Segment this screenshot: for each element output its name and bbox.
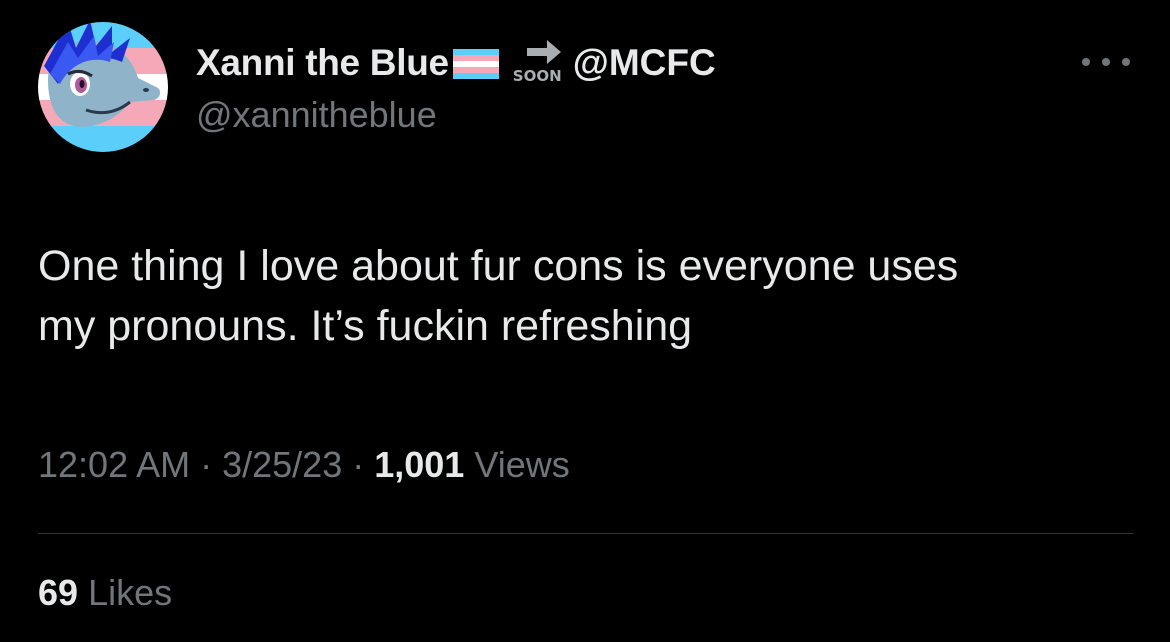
likes-link[interactable]: 69 Likes (38, 572, 172, 614)
more-dot-icon (1082, 58, 1090, 66)
display-name[interactable]: Xanni the Blue (196, 42, 449, 84)
views-label: Views (474, 444, 570, 485)
likes-label: Likes (88, 572, 173, 613)
soon-label: SOON (512, 67, 562, 85)
author-name-row: Xanni the Blue SOON @MCFC (196, 38, 716, 88)
meta-separator: · (342, 444, 375, 485)
tweet-meta: 12:02 AM · 3/25/23 · 1,001 Views (38, 444, 570, 486)
meta-separator: · (190, 444, 223, 485)
tweet-text: One thing I love about fur cons is every… (38, 236, 1138, 356)
tweet-text-line: One thing I love about fur cons is every… (38, 242, 959, 290)
likes-count: 69 (38, 572, 79, 613)
soon-arrow-icon: SOON (513, 39, 569, 87)
transgender-flag-icon (452, 48, 499, 84)
blue-dragon-avatar-icon (38, 22, 168, 152)
tweet-text-line: my pronouns. It’s fuckin refreshing (38, 302, 693, 350)
more-dot-icon (1102, 58, 1110, 66)
tweet-time[interactable]: 12:02 AM (38, 444, 190, 485)
username[interactable]: @xannitheblue (196, 94, 437, 136)
views-count: 1,001 (374, 444, 465, 485)
linked-handle[interactable]: @MCFC (573, 42, 716, 84)
more-options-button[interactable] (1082, 50, 1130, 74)
more-dot-icon (1122, 58, 1130, 66)
divider (38, 533, 1134, 534)
avatar[interactable] (38, 22, 168, 152)
tweet-date[interactable]: 3/25/23 (222, 444, 342, 485)
